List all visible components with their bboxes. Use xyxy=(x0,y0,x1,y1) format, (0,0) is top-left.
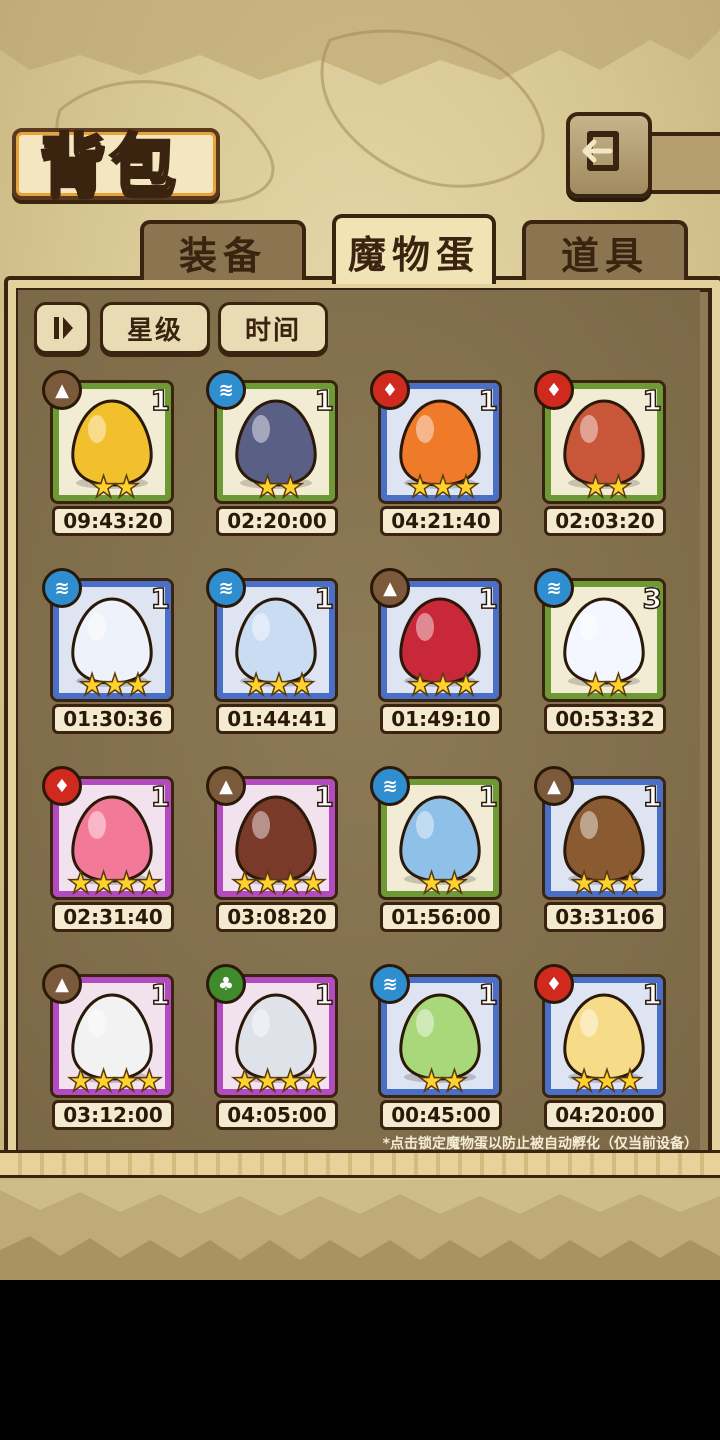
egg-card[interactable]: ▲ 1 ★★★ 03:31:06 xyxy=(534,766,672,932)
egg-count: 1 xyxy=(314,977,335,1012)
egg-card[interactable]: ≋ 1 ★★ 00:45:00 xyxy=(370,964,508,1130)
egg-card[interactable]: ≋ 1 ★★★ 01:44:41 xyxy=(206,568,344,734)
egg-count: 1 xyxy=(478,383,499,418)
fire-element-icon: ♦ xyxy=(370,370,410,410)
hatch-timer: 09:43:20 xyxy=(52,506,174,536)
earth-element-icon: ▲ xyxy=(42,964,82,1004)
egg-card[interactable]: ♣ 1 ★★★★ 04:05:00 xyxy=(206,964,344,1130)
tab-monster-eggs[interactable]: 魔物蛋 xyxy=(332,214,496,284)
egg-card[interactable]: ▲ 1 ★★ 09:43:20 xyxy=(42,370,180,536)
egg-card[interactable]: ♦ 1 ★★★ 04:21:40 xyxy=(370,370,508,536)
back-button[interactable] xyxy=(566,112,652,198)
star-rating: ★★★★ xyxy=(66,866,163,901)
star-rating: ★★★ xyxy=(78,668,152,703)
egg-card[interactable]: ▲ 1 ★★★★ 03:08:20 xyxy=(206,766,344,932)
egg-count: 1 xyxy=(642,779,663,814)
hatch-timer: 01:49:10 xyxy=(380,704,502,734)
fire-element-icon: ♦ xyxy=(534,370,574,410)
egg-card[interactable]: ♦ 1 ★★★★ 02:31:40 xyxy=(42,766,180,932)
egg-count: 1 xyxy=(642,977,663,1012)
star-rating: ★★ xyxy=(417,1064,468,1099)
water-element-icon: ≋ xyxy=(206,370,246,410)
star-rating: ★★ xyxy=(89,470,140,505)
tab-items-label: 道具 xyxy=(560,233,649,278)
tab-monster-eggs-label: 魔物蛋 xyxy=(347,232,480,277)
hatch-timer: 01:30:36 xyxy=(52,704,174,734)
water-element-icon: ≋ xyxy=(42,568,82,608)
tab-equipment-label: 装备 xyxy=(178,233,267,278)
egg-count: 1 xyxy=(314,581,335,616)
egg-count: 1 xyxy=(642,383,663,418)
hatch-timer: 04:21:40 xyxy=(380,506,502,536)
earth-element-icon: ▲ xyxy=(206,766,246,806)
hatch-timer: 02:20:00 xyxy=(216,506,338,536)
hatch-timer: 01:56:00 xyxy=(380,902,502,932)
egg-card[interactable]: ▲ 1 ★★★ 01:49:10 xyxy=(370,568,508,734)
hatch-timer: 03:31:06 xyxy=(544,902,666,932)
egg-count: 1 xyxy=(150,977,171,1012)
sort-by-star-label: 星级 xyxy=(126,315,183,346)
star-rating: ★★★ xyxy=(406,470,480,505)
egg-count: 3 xyxy=(642,581,663,616)
egg-count: 1 xyxy=(150,581,171,616)
wood-element-icon: ♣ xyxy=(206,964,246,1004)
egg-count: 1 xyxy=(150,779,171,814)
return-arrow-icon xyxy=(582,131,619,171)
egg-card[interactable]: ≋ 1 ★★ 01:56:00 xyxy=(370,766,508,932)
fire-element-icon: ♦ xyxy=(42,766,82,806)
hatch-timer: 03:08:20 xyxy=(216,902,338,932)
egg-card[interactable]: ▲ 1 ★★★★ 03:12:00 xyxy=(42,964,180,1130)
earth-element-icon: ▲ xyxy=(42,370,82,410)
sort-order-button[interactable] xyxy=(34,302,90,354)
hatch-timer: 00:45:00 xyxy=(380,1100,502,1130)
star-rating: ★★★★ xyxy=(230,1064,327,1099)
egg-card[interactable]: ♦ 1 ★★★ 04:20:00 xyxy=(534,964,672,1130)
water-element-icon: ≋ xyxy=(206,568,246,608)
egg-card[interactable]: ♦ 1 ★★ 02:03:20 xyxy=(534,370,672,536)
hatch-timer: 02:31:40 xyxy=(52,902,174,932)
hatch-timer: 03:12:00 xyxy=(52,1100,174,1130)
earth-element-icon: ▲ xyxy=(370,568,410,608)
rope-border xyxy=(0,1150,720,1178)
star-rating: ★★★★ xyxy=(230,866,327,901)
star-rating: ★★ xyxy=(581,470,632,505)
star-rating: ★★★★ xyxy=(66,1064,163,1099)
star-rating: ★★ xyxy=(581,668,632,703)
hatch-timer: 01:44:41 xyxy=(216,704,338,734)
egg-count: 1 xyxy=(478,977,499,1012)
star-rating: ★★★ xyxy=(570,1064,644,1099)
egg-count: 1 xyxy=(314,779,335,814)
sort-order-icon xyxy=(54,317,73,339)
tab-equipment[interactable]: 装备 xyxy=(140,220,306,280)
egg-count: 1 xyxy=(314,383,335,418)
hatch-timer: 04:05:00 xyxy=(216,1100,338,1130)
tab-items[interactable]: 道具 xyxy=(522,220,688,280)
egg-card[interactable]: ≋ 1 ★★★ 01:30:36 xyxy=(42,568,180,734)
sort-by-time-label: 时间 xyxy=(244,315,301,346)
fire-element-icon: ♦ xyxy=(534,964,574,1004)
water-element-icon: ≋ xyxy=(534,568,574,608)
egg-card[interactable]: ≋ 1 ★★ 02:20:00 xyxy=(206,370,344,536)
hatch-timer: 02:03:20 xyxy=(544,506,666,536)
star-rating: ★★★ xyxy=(242,668,316,703)
egg-count: 1 xyxy=(478,779,499,814)
back-bar xyxy=(644,132,720,194)
hatch-timer: 00:53:32 xyxy=(544,704,666,734)
water-element-icon: ≋ xyxy=(370,964,410,1004)
star-rating: ★★ xyxy=(417,866,468,901)
star-rating: ★★ xyxy=(253,470,304,505)
egg-card[interactable]: ≋ 3 ★★ 00:53:32 xyxy=(534,568,672,734)
hatch-timer: 04:20:00 xyxy=(544,1100,666,1130)
earth-element-icon: ▲ xyxy=(534,766,574,806)
star-rating: ★★★ xyxy=(570,866,644,901)
egg-count: 1 xyxy=(478,581,499,616)
sort-by-time-button[interactable]: 时间 xyxy=(218,302,328,354)
star-rating: ★★★ xyxy=(406,668,480,703)
page-title: 背包 xyxy=(39,126,180,206)
egg-count: 1 xyxy=(150,383,171,418)
water-element-icon: ≋ xyxy=(370,766,410,806)
sort-by-star-button[interactable]: 星级 xyxy=(100,302,210,354)
